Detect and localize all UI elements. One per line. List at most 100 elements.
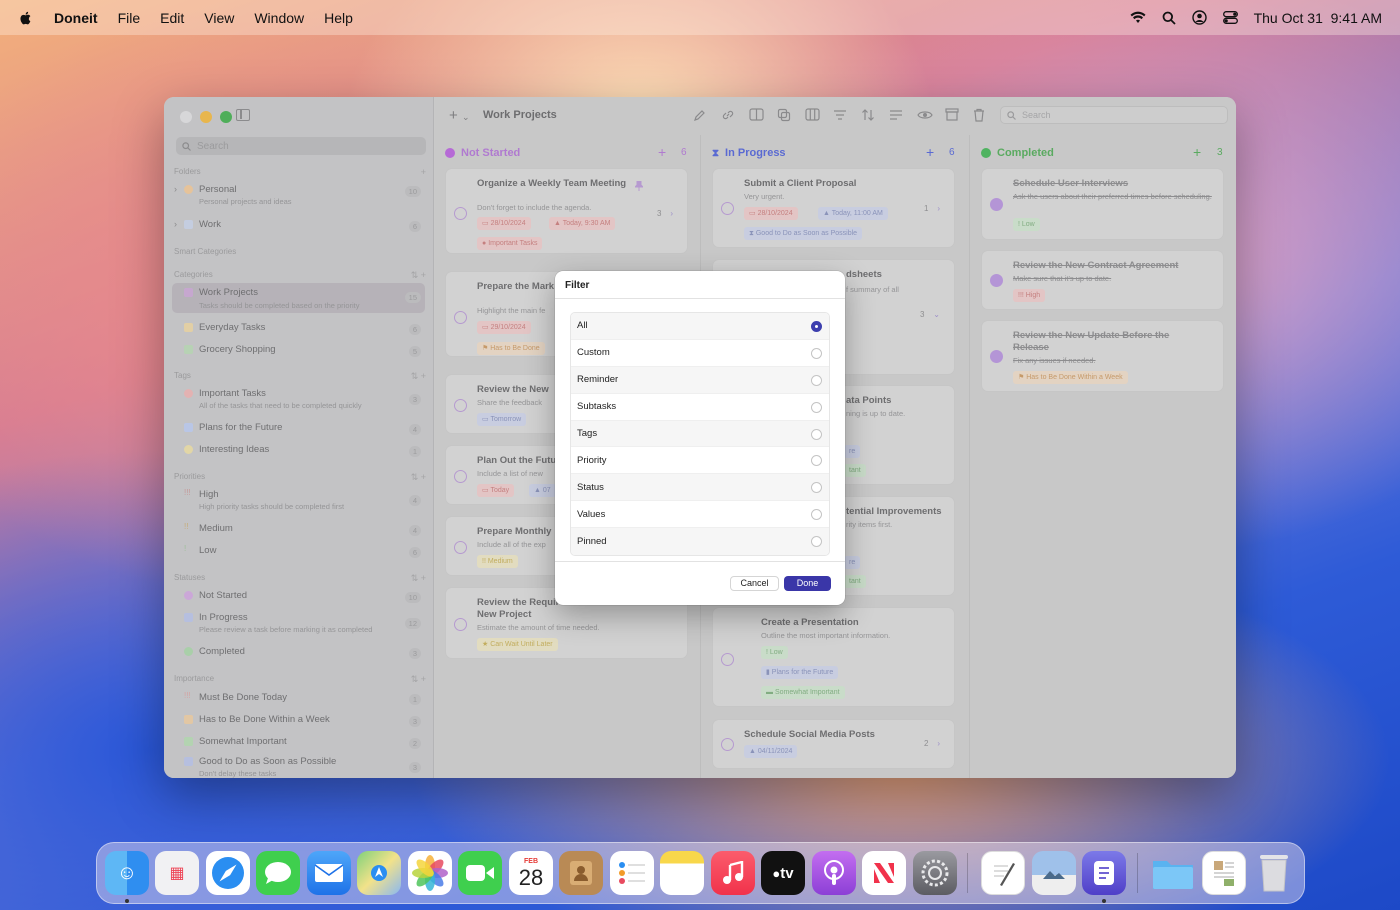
radio-button[interactable] [811, 428, 822, 440]
task-checkbox[interactable] [721, 202, 734, 215]
chevron-right-icon[interactable]: › [937, 739, 940, 748]
radio-button[interactable] [811, 347, 822, 359]
dock-news-icon[interactable] [862, 851, 906, 895]
radio-button[interactable] [811, 536, 822, 548]
dock-notes-icon[interactable] [660, 851, 704, 895]
split-view-icon[interactable] [749, 108, 765, 122]
radio-button[interactable] [811, 401, 822, 413]
filter-option-all[interactable]: All [571, 313, 829, 340]
sort-icon[interactable] [861, 108, 877, 122]
radio-button[interactable] [811, 374, 822, 386]
filter-option-tags[interactable]: Tags [571, 420, 829, 448]
sidebar-priority-high[interactable]: !!! High High priority tasks should be c… [172, 488, 425, 515]
task-card[interactable]: Schedule Social Media Posts 2 › ▲ 04/11/… [712, 719, 955, 769]
add-task-button[interactable]: + ⌄ [449, 107, 469, 124]
sidebar-toggle-icon[interactable] [236, 109, 250, 121]
dock-safari-icon[interactable] [206, 851, 250, 895]
sidebar-importance-somewhat[interactable]: Somewhat Important 2 [172, 736, 425, 750]
add-task-in-progress-button[interactable]: + [926, 144, 934, 160]
sidebar-tag-important-tasks[interactable]: Important Tasks All of the tasks that ne… [172, 388, 425, 414]
dock-messages-icon[interactable] [256, 851, 300, 895]
sidebar-folder-work[interactable]: › Work 6 [172, 219, 425, 233]
menu-clock[interactable]: Thu Oct 31 9:41 AM [1254, 10, 1382, 26]
filter-option-status[interactable]: Status [571, 474, 829, 502]
eye-icon[interactable] [917, 108, 933, 122]
search-icon[interactable] [1162, 11, 1176, 25]
task-card[interactable]: Submit a Client Proposal Very urgent. 1 … [712, 168, 955, 248]
sidebar-category-grocery-shopping[interactable]: Grocery Shopping 5 [172, 344, 425, 358]
dock-maps-icon[interactable] [357, 851, 401, 895]
dock-document-icon[interactable] [1202, 851, 1246, 895]
dock-reminders-icon[interactable] [610, 851, 654, 895]
dock-textedit-icon[interactable] [981, 851, 1025, 895]
menu-view[interactable]: View [204, 10, 234, 26]
add-tag-icon[interactable]: ⇅ + [411, 371, 426, 382]
filter-option-subtasks[interactable]: Subtasks [571, 394, 829, 421]
menu-edit[interactable]: Edit [160, 10, 184, 26]
dock-trash-icon[interactable] [1252, 851, 1296, 895]
filter-option-priority[interactable]: Priority [571, 447, 829, 475]
pin-icon[interactable] [635, 181, 643, 191]
chevron-right-icon[interactable]: › [174, 184, 177, 194]
dock-preview-icon[interactable] [1032, 851, 1076, 895]
chevron-down-icon[interactable]: ⌄ [933, 310, 940, 319]
radio-button[interactable] [811, 321, 822, 332]
add-status-icon[interactable]: ⇅ + [411, 573, 426, 584]
sidebar-priority-low[interactable]: ! Low 6 [172, 544, 425, 559]
sidebar-tag-interesting-ideas[interactable]: Interesting Ideas 1 [172, 444, 425, 458]
pencil-icon[interactable] [693, 108, 709, 122]
menu-app-name[interactable]: Doneit [54, 10, 98, 26]
done-button[interactable]: Done [784, 576, 831, 591]
apple-icon[interactable] [18, 10, 34, 26]
task-checkbox[interactable] [454, 207, 467, 220]
sidebar-status-not-started[interactable]: Not Started 10 [172, 590, 425, 604]
chevron-right-icon[interactable]: › [937, 204, 940, 213]
menu-file[interactable]: File [118, 10, 141, 26]
add-priority-icon[interactable]: ⇅ + [411, 472, 426, 483]
task-checkbox[interactable] [990, 198, 1003, 211]
task-checkbox[interactable] [721, 738, 734, 751]
menu-help[interactable]: Help [324, 10, 353, 26]
sidebar-status-in-progress[interactable]: In Progress Please review a task before … [172, 612, 425, 638]
filter-option-pinned[interactable]: Pinned [571, 528, 829, 556]
dock-finder-icon[interactable]: ☺ [105, 851, 149, 895]
dock-mail-icon[interactable] [307, 851, 351, 895]
archive-icon[interactable] [945, 108, 961, 122]
sidebar-importance-within-week[interactable]: Has to Be Done Within a Week 3 [172, 714, 425, 728]
filter-icon[interactable] [889, 108, 905, 122]
menu-window[interactable]: Window [254, 10, 304, 26]
task-checkbox[interactable] [454, 470, 467, 483]
add-folder-icon[interactable]: + [421, 167, 426, 177]
add-category-icon[interactable]: ⇅ + [411, 270, 426, 281]
task-card[interactable]: Review the New Update Before the Release… [981, 320, 1224, 392]
task-card[interactable]: Schedule User Interviews Ask the users a… [981, 168, 1224, 240]
task-card[interactable]: Organize a Weekly Team Meeting Don't for… [445, 168, 688, 254]
minimize-window-button[interactable] [200, 111, 212, 123]
dock-doneit-icon[interactable] [1082, 851, 1126, 895]
radio-button[interactable] [811, 509, 822, 521]
dock-system-settings-icon[interactable] [913, 851, 957, 895]
add-task-completed-button[interactable]: + [1193, 144, 1201, 160]
sidebar-category-everyday-tasks[interactable]: Everyday Tasks 6 [172, 322, 425, 336]
columns-icon[interactable] [805, 108, 821, 122]
task-card[interactable]: Create a Presentation Outline the most i… [712, 607, 955, 707]
dock-facetime-icon[interactable] [458, 851, 502, 895]
control-center-icon[interactable] [1222, 11, 1238, 24]
dock-podcasts-icon[interactable] [812, 851, 856, 895]
link-icon[interactable] [721, 108, 737, 122]
sidebar-folder-personal[interactable]: › Personal Personal projects and ideas 1… [172, 184, 425, 210]
duplicate-icon[interactable] [777, 108, 793, 122]
dock-music-icon[interactable] [711, 851, 755, 895]
dock-calendar-icon[interactable]: FEB 28 [509, 851, 553, 895]
trash-icon[interactable] [973, 108, 989, 122]
filter-option-reminder[interactable]: Reminder [571, 366, 829, 394]
radio-button[interactable] [811, 455, 822, 467]
cancel-button[interactable]: Cancel [730, 576, 779, 591]
sidebar-search-input[interactable]: Search [176, 137, 426, 155]
add-importance-icon[interactable]: ⇅ + [411, 674, 426, 685]
list-icon[interactable] [833, 108, 849, 122]
wifi-icon[interactable] [1130, 11, 1146, 24]
sidebar-status-completed[interactable]: Completed 3 [172, 646, 425, 660]
dock-folder-icon[interactable] [1151, 851, 1195, 895]
chevron-right-icon[interactable]: › [670, 209, 673, 218]
